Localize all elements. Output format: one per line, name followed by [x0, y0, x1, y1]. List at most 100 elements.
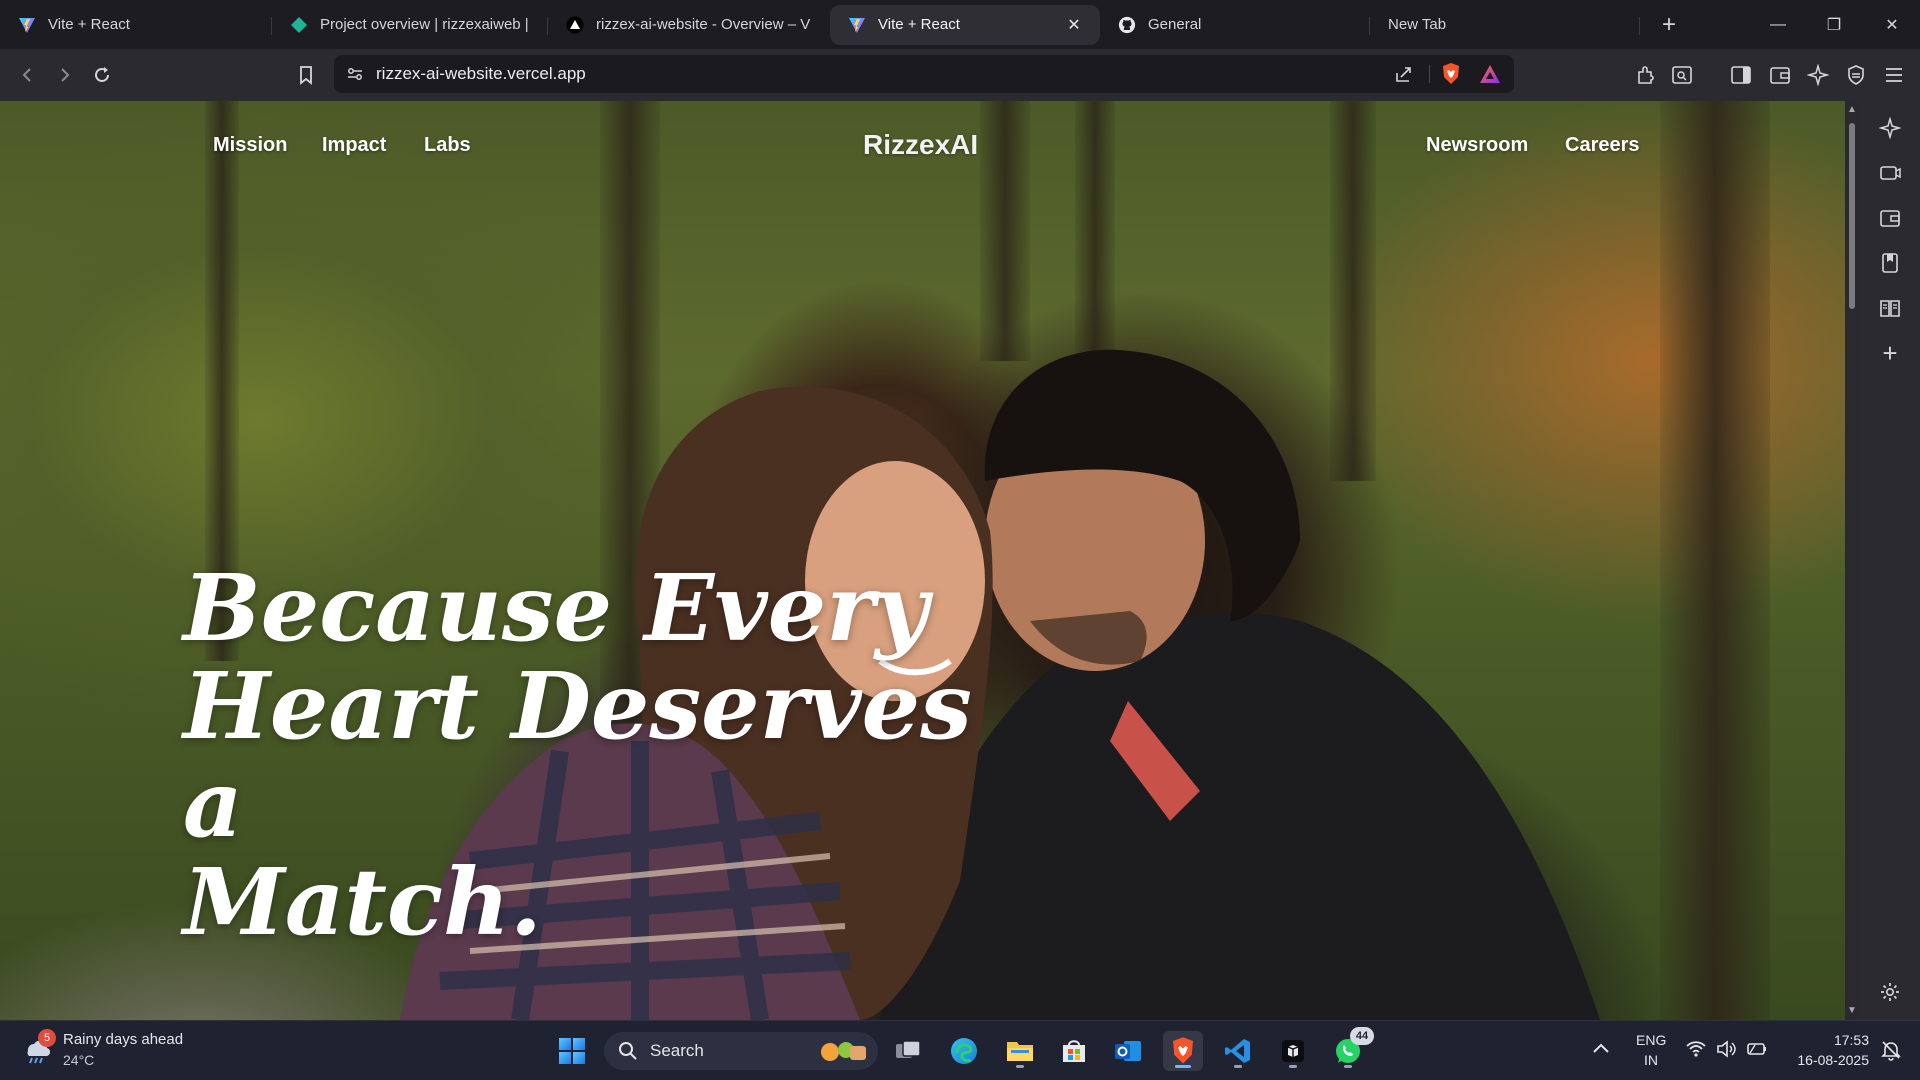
brave-rewards-icon[interactable]: [1478, 63, 1502, 85]
github-icon: [1118, 16, 1136, 34]
store-icon: [1063, 1040, 1085, 1062]
nav-link-mission[interactable]: Mission: [213, 134, 287, 157]
playlist-icon[interactable]: [1875, 158, 1905, 188]
reload-icon[interactable]: [84, 57, 120, 93]
bookmarks-panel-icon[interactable]: [1875, 248, 1905, 278]
divider: [1429, 65, 1430, 83]
start-button[interactable]: [552, 1031, 592, 1071]
minimize-button[interactable]: —: [1750, 0, 1806, 49]
edge-icon: [951, 1038, 977, 1064]
notifications-bell-icon[interactable]: [1880, 1039, 1902, 1066]
vpn-shield-icon[interactable]: [1838, 57, 1874, 93]
folder-icon: [1007, 1042, 1033, 1061]
vscode-icon: [1225, 1039, 1250, 1063]
extensions-icon[interactable]: [1628, 57, 1664, 93]
search-highlight-icon: [821, 1042, 866, 1061]
tab-title: General: [1148, 16, 1202, 33]
volume-icon[interactable]: [1716, 1040, 1736, 1063]
brave-shields-icon[interactable]: [1440, 62, 1462, 86]
page-viewport: Mission Impact Labs RizzexAI Newsroom Ca…: [0, 101, 1845, 1020]
wifi-icon[interactable]: [1686, 1041, 1706, 1062]
share-icon[interactable]: [1394, 64, 1414, 84]
vite-icon: [848, 16, 866, 34]
tab-title: Vite + React: [878, 16, 960, 33]
running-indicator: [1175, 1065, 1191, 1068]
tab-vite-react-active[interactable]: Vite + React ✕: [830, 4, 1100, 45]
wallet-icon[interactable]: [1875, 203, 1905, 233]
language-indicator[interactable]: ENG: [1636, 1031, 1666, 1049]
menu-icon[interactable]: [1876, 57, 1912, 93]
vite-icon: [18, 16, 36, 34]
tab-firebase-project[interactable]: Project overview | rizzexaiweb | N: [272, 5, 548, 45]
settings-gear-icon[interactable]: [1875, 977, 1905, 1007]
scroll-thumb[interactable]: [1849, 123, 1855, 309]
hero-line: Match.: [183, 848, 542, 956]
tab-title: Vite + React: [48, 16, 130, 33]
clock-date[interactable]: 16-08-2025: [1784, 1051, 1869, 1069]
page-scrollbar[interactable]: ▲ ▼: [1845, 101, 1859, 1020]
windows-taskbar: 5 Rainy days ahead 24°C Search 44 ENG IN…: [0, 1020, 1920, 1080]
page-search-icon[interactable]: [1664, 57, 1700, 93]
nav-link-careers[interactable]: Careers: [1565, 134, 1640, 157]
search-icon: [619, 1042, 637, 1060]
tab-vite-react-1[interactable]: Vite + React: [0, 5, 272, 45]
brave-lion-icon: [1173, 1037, 1193, 1064]
tab-github-general[interactable]: General: [1100, 5, 1370, 45]
language-region[interactable]: IN: [1644, 1051, 1658, 1069]
vercel-triangle-icon: [566, 16, 584, 34]
microsoft-store-app[interactable]: [1054, 1031, 1094, 1071]
taskbar-search[interactable]: Search: [604, 1032, 878, 1070]
url-text[interactable]: rizzex-ai-website.vercel.app: [376, 64, 586, 84]
browser-toolbar: rizzex-ai-website.vercel.app: [0, 49, 1920, 101]
bookmark-icon[interactable]: [288, 57, 324, 93]
nav-link-impact[interactable]: Impact: [322, 134, 386, 157]
notification-badge: 5: [38, 1029, 56, 1047]
running-indicator: [1344, 1065, 1352, 1068]
add-panel-icon[interactable]: +: [1875, 338, 1905, 368]
weather-headline[interactable]: Rainy days ahead: [63, 1031, 183, 1049]
outlook-app[interactable]: [1108, 1031, 1148, 1071]
hero-line: Because Every: [183, 554, 929, 662]
back-icon[interactable]: [10, 57, 46, 93]
running-indicator: [1289, 1065, 1297, 1068]
scroll-down-arrow-icon[interactable]: ▼: [1847, 1006, 1857, 1016]
brave-app[interactable]: [1163, 1031, 1203, 1071]
weather-widget[interactable]: 5: [22, 1029, 56, 1065]
tab-strip: Vite + React Project overview | rizzexai…: [0, 0, 1920, 49]
show-hidden-icons-chevron-icon[interactable]: [1592, 1041, 1610, 1059]
task-view-button[interactable]: [888, 1031, 928, 1071]
restore-button[interactable]: ❐: [1806, 0, 1862, 49]
hero-line: Heart Deserves a: [183, 652, 972, 858]
vscode-app[interactable]: [1218, 1031, 1258, 1071]
tab-vercel-overview[interactable]: rizzex-ai-website - Overview – V: [548, 5, 830, 45]
hero-headline: Because Every Heart Deserves a Match.: [183, 559, 1013, 951]
terminal-app[interactable]: [1273, 1031, 1313, 1071]
close-window-button[interactable]: ✕: [1864, 0, 1920, 49]
weather-temp[interactable]: 24°C: [63, 1051, 94, 1069]
reading-list-icon[interactable]: [1875, 293, 1905, 323]
task-view-icon: [896, 1040, 921, 1058]
tab-title: rizzex-ai-website - Overview – V: [596, 16, 811, 33]
site-settings-icon[interactable]: [346, 65, 364, 83]
address-bar[interactable]: rizzex-ai-website.vercel.app: [334, 55, 1514, 93]
tab-new-tab[interactable]: New Tab: [1370, 5, 1640, 45]
brand-logo[interactable]: RizzexAI: [863, 129, 978, 161]
close-tab-icon[interactable]: ✕: [1064, 15, 1084, 35]
file-explorer-app[interactable]: [1000, 1031, 1040, 1071]
leo-ai-icon[interactable]: [1800, 57, 1836, 93]
firebase-diamond-icon: [290, 16, 308, 34]
wallet-icon[interactable]: [1762, 57, 1798, 93]
edge-app[interactable]: [944, 1031, 984, 1071]
whatsapp-app[interactable]: 44: [1328, 1027, 1374, 1071]
forward-icon[interactable]: [46, 57, 82, 93]
scroll-up-arrow-icon[interactable]: ▲: [1847, 105, 1857, 115]
battery-icon[interactable]: [1746, 1041, 1768, 1062]
nav-link-labs[interactable]: Labs: [424, 134, 471, 157]
nav-link-newsroom[interactable]: Newsroom: [1426, 134, 1528, 157]
running-indicator: [1234, 1065, 1242, 1068]
leo-ai-icon[interactable]: [1875, 113, 1905, 143]
clock-time[interactable]: 17:53: [1809, 1031, 1869, 1049]
sidebar-toggle-icon[interactable]: [1723, 57, 1759, 93]
windows-logo-icon: [559, 1038, 585, 1064]
new-tab-button[interactable]: +: [1652, 8, 1686, 42]
